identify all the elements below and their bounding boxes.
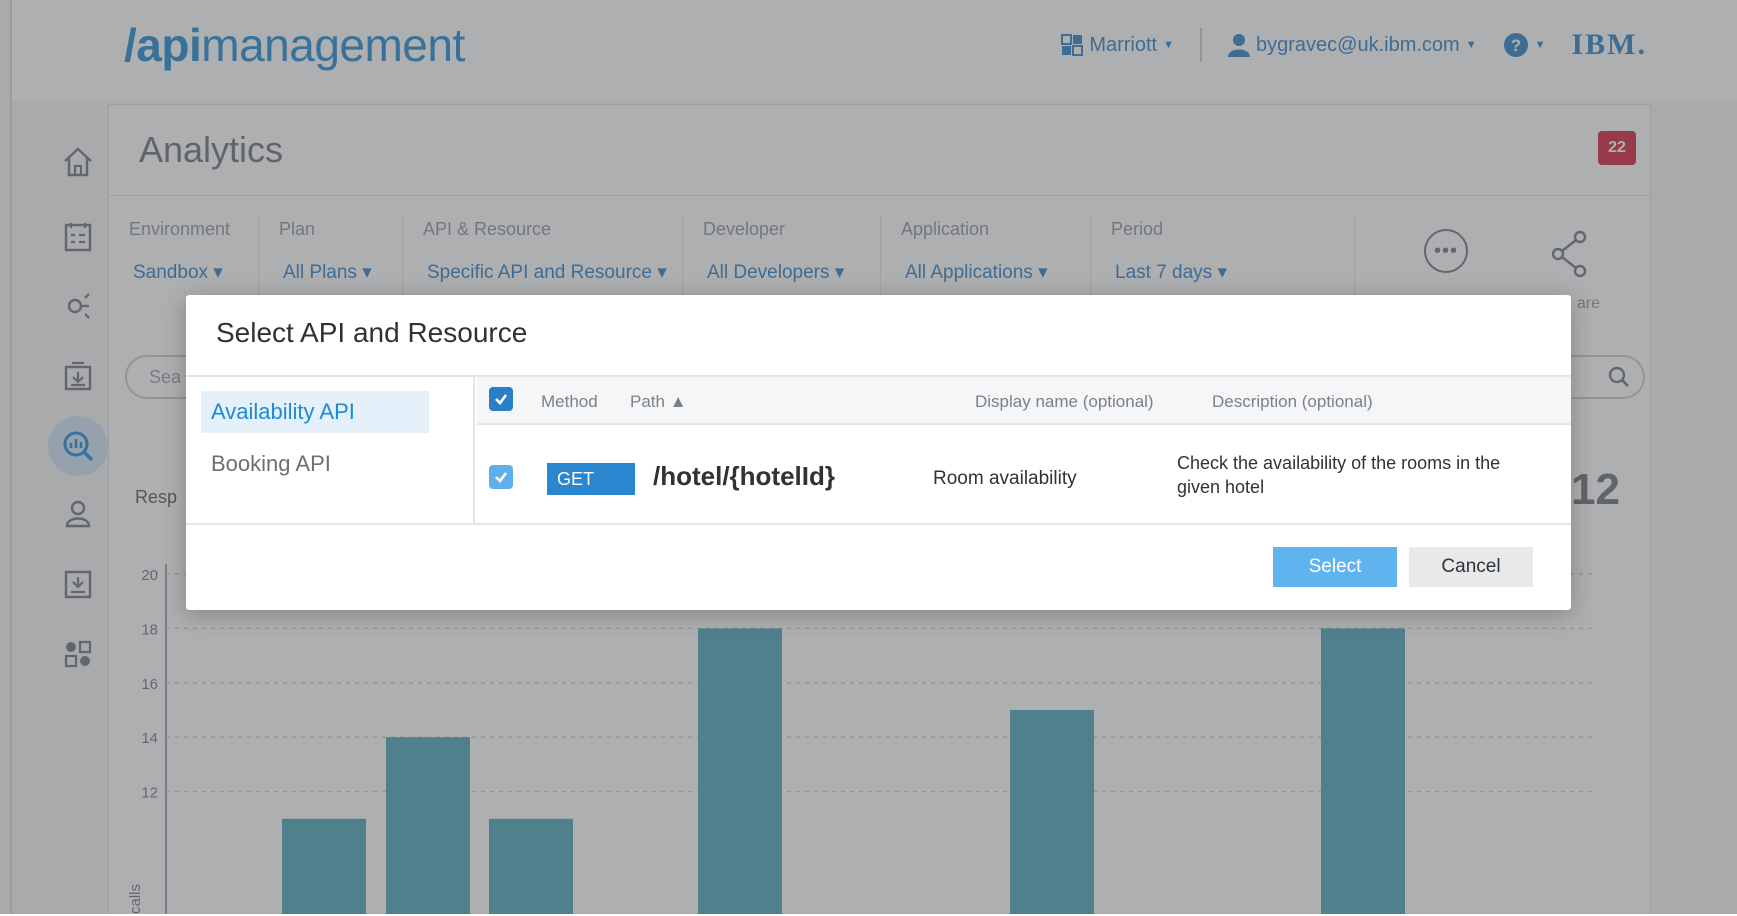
- cancel-button[interactable]: Cancel: [1409, 547, 1533, 587]
- select-all-checkbox[interactable]: [489, 387, 513, 411]
- resource-table: Method Path ▲ Display name (optional) De…: [477, 377, 1571, 523]
- resource-path: /hotel/{hotelId}: [653, 461, 835, 491]
- api-list: Availability API Booking API: [186, 377, 475, 523]
- table-row: GET /hotel/{hotelId} Room availability C…: [477, 427, 1571, 523]
- checkmark-icon: [495, 394, 508, 405]
- method-badge: GET: [547, 463, 635, 495]
- column-method[interactable]: Method: [541, 392, 598, 412]
- checkmark-icon: [495, 472, 508, 483]
- column-description: Description (optional): [1212, 392, 1373, 411]
- column-path[interactable]: Path ▲: [630, 392, 687, 412]
- dialog-title: Select API and Resource: [216, 317, 528, 348]
- description-cell[interactable]: Check the availability of the rooms in t…: [1177, 451, 1537, 499]
- divider: [186, 523, 1571, 525]
- select-button[interactable]: Select: [1273, 547, 1397, 587]
- select-api-dialog: Select API and Resource Availability API…: [186, 295, 1571, 610]
- column-display-name: Display name (optional): [975, 392, 1154, 411]
- api-item-booking[interactable]: Booking API: [201, 443, 429, 485]
- table-header: Method Path ▲ Display name (optional) De…: [477, 377, 1571, 425]
- display-name-cell[interactable]: Room availability: [933, 468, 1077, 490]
- api-item-availability[interactable]: Availability API: [201, 391, 429, 433]
- row-checkbox[interactable]: [489, 465, 513, 489]
